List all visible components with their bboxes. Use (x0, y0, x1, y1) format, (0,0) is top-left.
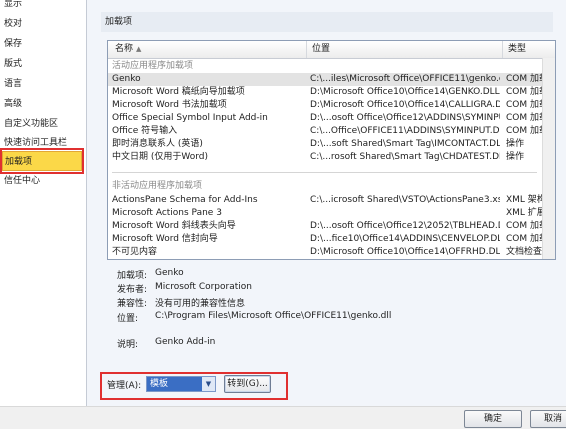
table-header: 名称 ▲ 位置 类型 (108, 41, 555, 59)
table-row[interactable]: 即时消息联系人 (英语) D:\...soft Shared\Smart Tag… (108, 138, 542, 151)
cell-type: COM 加载项 (506, 221, 546, 231)
chevron-down-icon[interactable]: ▼ (202, 377, 215, 391)
nav-item-layout[interactable]: 版式 (2, 54, 82, 74)
cell-name: 即时消息联系人 (英语) (112, 139, 203, 149)
cell-name: Microsoft Word 书法加载项 (112, 100, 227, 110)
table-row[interactable]: Microsoft Actions Pane 3 XML 扩展包 (108, 207, 546, 220)
addins-table: 名称 ▲ 位置 类型 活动应用程序加载项 Genko C:\...iles\Mic… (107, 40, 556, 260)
detail-addin-value: Genko (155, 268, 184, 278)
detail-location-label: 位置: (117, 314, 139, 324)
cell-type: 操作 (506, 139, 525, 149)
group-header-active: 活动应用程序加载项 (112, 61, 194, 71)
detail-compat-label: 兼容性: (117, 299, 148, 309)
cancel-button[interactable]: 取消 (530, 410, 566, 428)
table-row[interactable]: Office 符号输入 C:\...Office\OFFICE11\ADDINS… (108, 125, 546, 138)
nav-item-save[interactable]: 保存 (2, 34, 82, 54)
ok-button[interactable]: 确定 (464, 410, 522, 428)
dialog-footer: 确定 取消 (0, 406, 566, 429)
cell-type: COM 加载项 (506, 74, 546, 84)
cell-location: C:\...iles\Microsoft Office\OFFICE11\gen… (310, 74, 500, 84)
column-header-location[interactable]: 位置 (307, 41, 503, 58)
table-row[interactable]: Microsoft Word 斜线表头向导 D:\...osoft Office… (108, 220, 546, 233)
group-divider (112, 172, 537, 173)
manage-label: 管理(A): (107, 381, 142, 391)
table-row[interactable]: Microsoft Word 信封向导 D:\...fice10\Office1… (108, 233, 546, 246)
cell-name: Microsoft Word 稿纸向导加载项 (112, 87, 245, 97)
cell-name: ActionsPane Schema for Add-Ins (112, 195, 258, 205)
cell-name: Microsoft Actions Pane 3 (112, 208, 222, 218)
table-row[interactable]: Office Special Symbol Input Add-in D:\..… (108, 112, 546, 125)
table-row[interactable]: 不可见内容 D:\Microsoft Office10\Office14\OFF… (108, 246, 546, 259)
cell-type: COM 加载项 (506, 113, 546, 123)
detail-location-value: C:\Program Files\Microsoft Office\OFFICE… (155, 311, 392, 321)
cell-name: Office Special Symbol Input Add-in (112, 113, 268, 123)
table-row[interactable]: ActionsPane Schema for Add-Ins C:\...icr… (108, 194, 546, 207)
detail-publisher-value: Microsoft Corporation (155, 282, 252, 292)
nav-item-trust-center[interactable]: 信任中心 (2, 171, 82, 191)
cell-location: D:\...osoft Office\Office12\2052\TBLHEAD… (310, 221, 500, 231)
nav-item-display[interactable]: 显示 (2, 0, 82, 14)
detail-publisher-label: 发布者: (117, 285, 148, 295)
nav-item-proofing[interactable]: 校对 (2, 14, 82, 34)
cell-location: C:\...Office\OFFICE11\ADDINS\SYMINPUT.DL… (310, 126, 500, 136)
manage-dropdown[interactable]: 模板 ▼ (146, 376, 216, 392)
table-scrollbar[interactable] (542, 58, 555, 259)
nav-item-quick-access-toolbar[interactable]: 快速访问工具栏 (2, 133, 82, 153)
detail-description-label: 说明: (117, 340, 139, 350)
cell-type: COM 加载项 (506, 126, 546, 136)
cell-type: COM 加载项 (506, 234, 546, 244)
column-header-name[interactable]: 名称 ▲ (108, 41, 307, 58)
cell-type: 操作 (506, 152, 525, 162)
cell-location: D:\Microsoft Office10\Office14\OFFRHD.DL… (310, 247, 500, 257)
group-header-inactive: 非活动应用程序加载项 (112, 181, 203, 191)
cell-name: Genko (112, 74, 141, 84)
table-row[interactable]: Microsoft Word 书法加载项 D:\Microsoft Office… (108, 99, 546, 112)
cell-type: XML 架构 (506, 195, 546, 205)
cell-name: 不可见内容 (112, 247, 158, 257)
table-row[interactable]: Microsoft Word 稿纸向导加载项 D:\Microsoft Offi… (108, 86, 546, 99)
cell-name: Office 符号输入 (112, 126, 178, 136)
table-row[interactable]: Genko C:\...iles\Microsoft Office\OFFICE… (108, 73, 546, 86)
nav-item-advanced[interactable]: 高级 (2, 94, 82, 114)
cell-location: D:\Microsoft Office10\Office14\CALLIGRA.… (310, 100, 500, 110)
cell-location: D:\...soft Shared\Smart Tag\IMCONTACT.DL… (310, 139, 500, 149)
cell-type: XML 扩展包 (506, 208, 546, 218)
nav-item-addins[interactable]: 加载项 (2, 151, 82, 171)
cell-type: 文档检查器 (506, 247, 546, 257)
cell-location: D:\Microsoft Office10\Office14\GENKO.DLL (310, 87, 500, 97)
manage-dropdown-value: 模板 (150, 379, 169, 389)
column-header-type[interactable]: 类型 (503, 41, 555, 58)
go-button[interactable]: 转到(G)... (224, 375, 271, 393)
section-title: 加载项 (101, 12, 553, 32)
cell-location: C:\...rosoft Shared\Smart Tag\CHDATEST.D… (310, 152, 500, 162)
detail-addin-label: 加载项: (117, 271, 148, 281)
cell-type: COM 加载项 (506, 100, 546, 110)
cell-name: Microsoft Word 信封向导 (112, 234, 218, 244)
cell-name: 中文日期 (仅用于Word) (112, 152, 209, 162)
cell-location: C:\...icrosoft Shared\VSTO\ActionsPane3.… (310, 195, 500, 205)
cell-location: D:\...fice10\Office14\ADDINS\CENVELOP.DL… (310, 234, 500, 244)
cell-location: D:\...osoft Office\Office12\ADDINS\SYMIN… (310, 113, 500, 123)
cell-type: COM 加载项 (506, 87, 546, 97)
nav-item-language[interactable]: 语言 (2, 74, 82, 94)
options-nav: 显示 校对 保存 版式 语言 高级 自定义功能区 快速访问工具栏 加载项 信任中… (0, 0, 87, 406)
table-row[interactable]: 中文日期 (仅用于Word) C:\...rosoft Shared\Smart… (108, 151, 542, 164)
detail-compat-value: 没有可用的兼容性信息 (155, 299, 246, 309)
detail-description-value: Genko Add-in (155, 337, 216, 347)
nav-item-customize-ribbon[interactable]: 自定义功能区 (2, 114, 82, 134)
sort-ascending-icon: ▲ (136, 45, 142, 53)
cell-name: Microsoft Word 斜线表头向导 (112, 221, 236, 231)
addins-panel: 加载项 名称 ▲ 位置 类型 活动应用程序加载项 Genko C:\...iles… (87, 0, 566, 406)
